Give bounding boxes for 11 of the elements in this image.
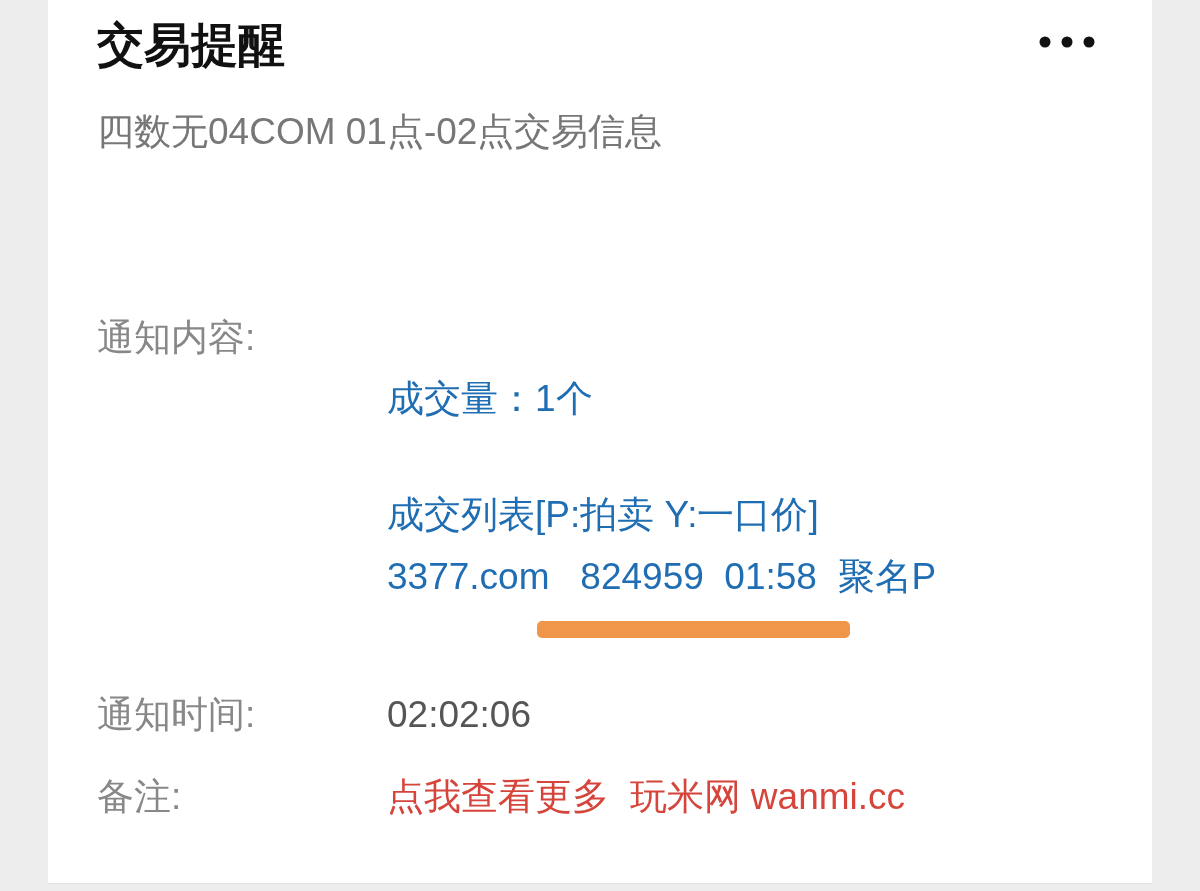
- field-label: 通知内容:: [97, 317, 256, 358]
- card-title: 交易提醒: [97, 17, 285, 73]
- remark-link[interactable]: 点我查看更多 玩米网 wanmi.cc: [387, 766, 1095, 828]
- card-subtitle: 四数无04COM 01点-02点交易信息: [97, 110, 664, 154]
- field-label: 通知时间:: [97, 693, 257, 737]
- content-line: 3377.com 824959 01:58 聚名P: [387, 555, 938, 599]
- field-label: 备注:: [97, 775, 183, 819]
- content-line: 成交列表[P:拍卖 Y:一口价]: [387, 493, 820, 537]
- content-line: 成交量：1个: [387, 377, 594, 421]
- time-value: 02:02:06: [387, 693, 533, 737]
- more-icon[interactable]: [1039, 36, 1095, 48]
